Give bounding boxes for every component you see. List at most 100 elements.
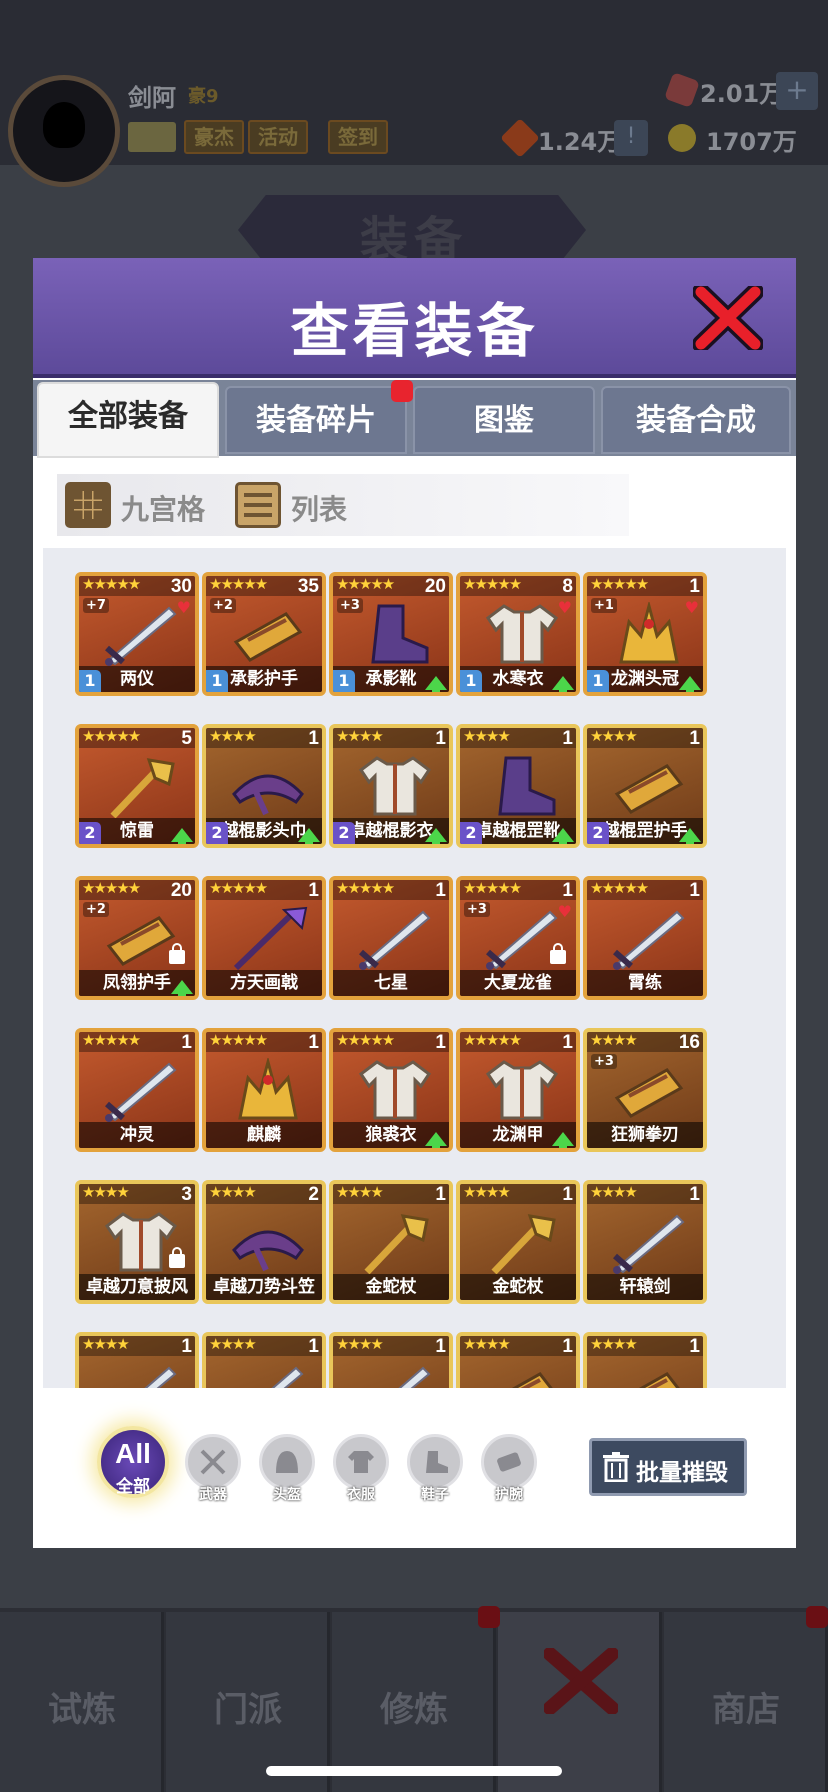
equipment-card[interactable]: ★★★★ 1 金蛇杖	[329, 1180, 453, 1304]
card-header-strip: ★★★★★ 1	[460, 880, 576, 901]
item-count: 2	[308, 1184, 319, 1205]
equipment-card[interactable]: ★★★★★ 20 +2 凤翎护手	[75, 876, 199, 1000]
staff-icon	[353, 1210, 437, 1275]
close-icon[interactable]	[693, 286, 763, 350]
equipment-card[interactable]: ★★★★ 1	[202, 1332, 326, 1388]
equipment-card[interactable]: ★★★★ 1	[75, 1332, 199, 1388]
tier-badge: 2	[587, 822, 609, 844]
equipment-card[interactable]: ★★★★ 1 轩辕剑	[583, 1180, 707, 1304]
equipment-card[interactable]: ★★★★★ 5 惊雷 2	[75, 724, 199, 848]
list-view-icon[interactable]	[235, 482, 281, 528]
star-rating: ★★★★★	[590, 575, 649, 593]
star-rating: ★★★★★	[209, 1031, 268, 1049]
equipment-card[interactable]: ★★★★★ 1 方天画戟	[202, 876, 326, 1000]
equipment-card[interactable]: ★★★★★ 35 +2 承影护手 1	[202, 572, 326, 696]
card-header-strip: ★★★★★ 8	[460, 576, 576, 597]
card-header-strip: ★★★★★ 1	[587, 575, 703, 597]
star-rating: ★★★★	[82, 1183, 130, 1201]
card-header-strip: ★★★★ 1	[206, 1335, 322, 1357]
tab-synthesis[interactable]: 装备合成	[601, 386, 791, 454]
tab-fragments[interactable]: 装备碎片	[225, 386, 407, 454]
tier-badge: 1	[587, 670, 609, 692]
item-name: 冲灵	[79, 1122, 195, 1148]
equipment-card[interactable]: ★★★★★ 1 七星	[329, 876, 453, 1000]
lock-icon	[169, 1247, 185, 1268]
equipment-card[interactable]: ★★★★ 1	[329, 1332, 453, 1388]
equipment-card[interactable]: ★★★★ 1 越棍罡护手 2	[583, 724, 707, 848]
equipment-card[interactable]: ★★★★★ 1 霄练	[583, 876, 707, 1000]
equipment-card[interactable]: ★★★★★ 1 冲灵	[75, 1028, 199, 1152]
card-header-strip: ★★★★★ 5	[79, 727, 195, 749]
card-header-strip: ★★★★★ 20	[333, 576, 449, 597]
shoes-icon	[426, 1451, 448, 1473]
item-count: 1	[689, 1184, 700, 1205]
nav-shop-label: 商店	[712, 1690, 780, 1730]
equipment-card[interactable]: ★★★★★ 1 狼裘衣	[329, 1028, 453, 1152]
upgrade-arrow-icon	[679, 828, 701, 844]
item-count: 1	[435, 1184, 446, 1205]
upgrade-arrow-icon	[552, 828, 574, 844]
card-header-strip: ★★★★ 1	[587, 1336, 703, 1357]
upgrade-arrow-icon	[425, 828, 447, 844]
helm-icon	[226, 754, 310, 818]
card-header-strip: ★★★★★ 1	[333, 880, 449, 901]
sword-icon	[226, 1362, 310, 1388]
equipment-card[interactable]: ★★★★★ 1 龙渊甲	[456, 1028, 580, 1152]
bracer-icon	[480, 1362, 564, 1388]
mail-icon[interactable]	[128, 122, 176, 152]
tag-checkin[interactable]: 签到	[328, 120, 388, 154]
item-count: 1	[689, 728, 700, 749]
player-rank: 豪9	[188, 86, 219, 107]
bracer-icon	[607, 1058, 691, 1122]
equipment-card[interactable]: ★★★★★ 20 +3 承影靴 1	[329, 572, 453, 696]
sword-icon	[353, 906, 437, 970]
modal-header: 查看装备	[33, 258, 796, 378]
equipment-card[interactable]: ★★★★ 1	[583, 1332, 707, 1388]
upgrade-arrow-icon	[552, 676, 574, 692]
grid-view-icon[interactable]	[65, 482, 111, 528]
star-rating: ★★★★	[209, 1335, 257, 1353]
enhance-level: +2	[210, 598, 236, 613]
list-view-label[interactable]: 列表	[291, 488, 347, 528]
equipment-grid[interactable]: ★★★★★ 30 +7 ♥ 两仪 1 ★★★★★ 35 +2 承影护手 1 ★★★★★ 20 +3 承影靴 1…	[43, 548, 786, 1388]
tag-haojie[interactable]: 豪杰	[184, 120, 244, 154]
view-toggle: 九宫格 列表	[57, 474, 629, 536]
equipment-card[interactable]: ★★★★ 16 +3 狂狮拳刃	[583, 1028, 707, 1152]
equipment-card[interactable]: ★★★★★ 1 +1 ♥ 龙渊头冠 1	[583, 572, 707, 696]
star-rating: ★★★★★	[82, 575, 141, 593]
card-header-strip: ★★★★★ 1	[79, 1032, 195, 1053]
equipment-card[interactable]: ★★★★ 1	[456, 1332, 580, 1388]
equipment-card[interactable]: ★★★★★ 30 +7 ♥ 两仪 1	[75, 572, 199, 696]
heart-icon: ♥	[176, 598, 191, 617]
token-info-button[interactable]: !	[614, 120, 648, 156]
coin-amount: 1707万	[706, 128, 797, 156]
equipment-card[interactable]: ★★★★ 1 金蛇杖	[456, 1180, 580, 1304]
equipment-card[interactable]: ★★★★★ 8 ♥ 水寒衣 1	[456, 572, 580, 696]
star-rating: ★★★★★	[82, 727, 141, 745]
equipment-card[interactable]: ★★★★ 1 越棍影头巾 2	[202, 724, 326, 848]
sword-icon	[99, 1362, 183, 1388]
upgrade-arrow-icon	[425, 676, 447, 692]
star-rating: ★★★★★	[209, 879, 268, 897]
equipment-card[interactable]: ★★★★★ 1 麒麟	[202, 1028, 326, 1152]
equipment-card[interactable]: ★★★★ 1 卓越棍罡靴 2	[456, 724, 580, 848]
heart-icon: ♥	[684, 598, 699, 617]
equipment-card[interactable]: ★★★★ 1 卓越棍影衣 2	[329, 724, 453, 848]
tab-codex[interactable]: 图鉴	[413, 386, 595, 454]
tier-badge: 2	[333, 822, 355, 844]
crown-icon	[226, 1056, 310, 1122]
clothes-icon	[348, 1451, 374, 1473]
batch-destroy-button[interactable]: 批量摧毁	[589, 1438, 747, 1496]
nav-trial-label: 试炼	[48, 1690, 116, 1730]
sword-icon	[607, 906, 691, 970]
avatar[interactable]	[8, 75, 120, 187]
home-indicator[interactable]	[266, 1766, 562, 1776]
add-gems-button[interactable]: +	[776, 72, 818, 110]
equipment-card[interactable]: ★★★★ 2 卓越刀势斗笠	[202, 1180, 326, 1304]
equipment-card[interactable]: ★★★★ 3 卓越刀意披风	[75, 1180, 199, 1304]
tag-activity[interactable]: 活动	[248, 120, 308, 154]
enhance-level: +3	[337, 598, 363, 613]
tab-all-equipment[interactable]: 全部装备	[37, 382, 219, 458]
grid-view-label[interactable]: 九宫格	[121, 488, 205, 528]
equipment-card[interactable]: ★★★★★ 1 +3 ♥ 大夏龙雀	[456, 876, 580, 1000]
